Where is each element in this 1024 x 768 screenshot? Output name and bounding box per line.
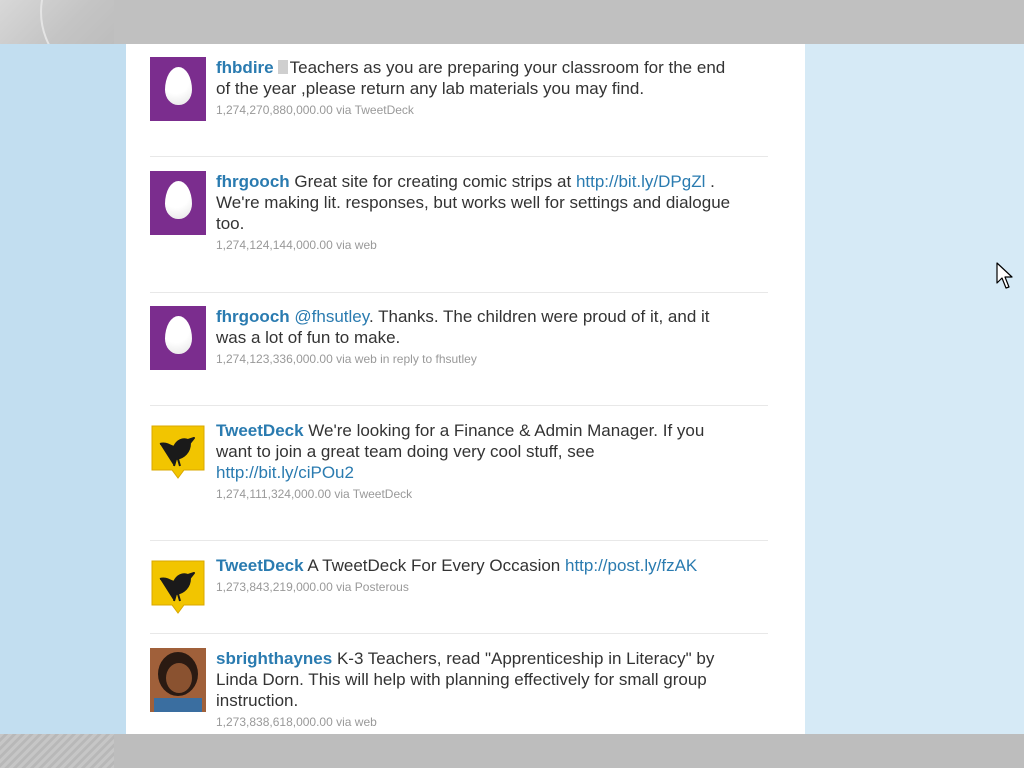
tweet-link[interactable]: http://bit.ly/DPgZl bbox=[576, 172, 705, 191]
tweet-divider bbox=[150, 156, 768, 157]
left-background-panel bbox=[0, 44, 126, 734]
tweet-divider bbox=[150, 292, 768, 293]
tweet-body: TweetDeck We're looking for a Finance & … bbox=[216, 420, 736, 502]
tweet-link[interactable]: http://bit.ly/ciPOu2 bbox=[216, 463, 354, 482]
egg-icon bbox=[165, 181, 192, 219]
unknown-glyph-icon bbox=[277, 60, 288, 74]
egg-avatar[interactable] bbox=[150, 57, 206, 121]
tweet-body: sbrighthaynes K-3 Teachers, read "Appren… bbox=[216, 648, 736, 730]
mouse-cursor-icon bbox=[996, 262, 1013, 289]
tweet-meta: 1,273,838,618,000.00 via web bbox=[216, 715, 377, 729]
person-photo-icon bbox=[150, 648, 206, 712]
tweet-divider bbox=[150, 540, 768, 541]
tweet-body: TweetDeck A TweetDeck For Every Occasion… bbox=[216, 555, 736, 595]
tweet-body: fhrgooch Great site for creating comic s… bbox=[216, 171, 736, 253]
tweet-username[interactable]: sbrighthaynes bbox=[216, 649, 332, 668]
tweet-divider bbox=[150, 405, 768, 406]
tweet-username[interactable]: fhbdire bbox=[216, 58, 274, 77]
tweet-username[interactable]: fhrgooch bbox=[216, 172, 290, 191]
slide-corner-texture bbox=[0, 734, 114, 768]
tweet-text: . Thanks. The children were proud of it,… bbox=[216, 307, 710, 347]
egg-icon bbox=[165, 67, 192, 105]
tweet-meta: 1,274,270,880,000.00 via TweetDeck bbox=[216, 103, 414, 117]
tweet-timeline: fhbdire Teachers as you are preparing you… bbox=[126, 44, 805, 734]
tweet-meta: 1,274,111,324,000.00 via TweetDeck bbox=[216, 487, 413, 501]
tweetdeck-avatar[interactable] bbox=[150, 555, 206, 619]
tweet-body: fhbdire Teachers as you are preparing you… bbox=[216, 57, 736, 118]
slide-top-bar bbox=[0, 0, 1024, 44]
tweet-body: fhrgooch @fhsutley. Thanks. The children… bbox=[216, 306, 736, 367]
tweet-username[interactable]: fhrgooch bbox=[216, 307, 290, 326]
slide-corner-decoration bbox=[0, 0, 114, 44]
slide-bottom-bar bbox=[0, 734, 1024, 768]
tweet-mention[interactable]: @fhsutley bbox=[294, 307, 369, 326]
right-background-panel bbox=[805, 44, 1024, 734]
egg-avatar[interactable] bbox=[150, 306, 206, 370]
tweet-username[interactable]: TweetDeck bbox=[216, 556, 304, 575]
tweet-text: Great site for creating comic strips at bbox=[294, 172, 576, 191]
tweet-username[interactable]: TweetDeck bbox=[216, 421, 304, 440]
tweet-meta: 1,273,843,219,000.00 via Posterous bbox=[216, 580, 409, 594]
egg-avatar[interactable] bbox=[150, 171, 206, 235]
tweet-text: Teachers as you are preparing your class… bbox=[216, 58, 726, 98]
tweetdeck-bird-icon bbox=[151, 560, 205, 614]
tweetdeck-bird-icon bbox=[151, 425, 205, 479]
egg-icon bbox=[165, 316, 192, 354]
tweet-link[interactable]: http://post.ly/fzAK bbox=[565, 556, 697, 575]
tweetdeck-avatar[interactable] bbox=[150, 420, 206, 484]
tweet-divider bbox=[150, 633, 768, 634]
tweet-meta: 1,274,123,336,000.00 via web in reply to… bbox=[216, 352, 477, 366]
tweet-text: A TweetDeck For Every Occasion bbox=[307, 556, 565, 575]
user-photo-avatar[interactable] bbox=[150, 648, 206, 712]
tweet-meta: 1,274,124,144,000.00 via web bbox=[216, 238, 377, 252]
